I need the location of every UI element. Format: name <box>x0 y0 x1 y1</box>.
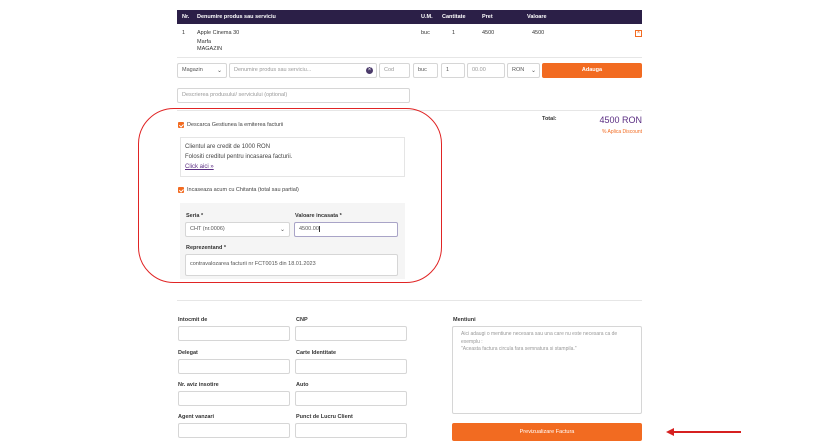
client-workpoint-label: Punct de Lucru Client <box>296 414 353 420</box>
item-type-value: Magazin <box>182 67 203 73</box>
arrow-left-icon <box>666 428 674 436</box>
clear-icon[interactable]: × <box>366 67 373 74</box>
preview-invoice-button[interactable]: Previzualizare Factura <box>452 423 642 441</box>
vehicle-label: Auto <box>296 382 309 388</box>
row-qty: 1 <box>452 30 456 36</box>
total-value: 4500 RON <box>599 115 642 125</box>
client-workpoint-input[interactable] <box>295 423 407 438</box>
apply-discount-link[interactable]: % Aplica Discount <box>570 129 642 135</box>
transport-doc-input[interactable] <box>178 391 290 406</box>
currency-value: RON <box>512 67 525 73</box>
row-product-location: MAGAZIN <box>197 46 223 52</box>
table-row: 1 Apple Cinema 30 Marfa MAGAZIN buc 1 45… <box>177 26 642 56</box>
delegate-input[interactable] <box>178 359 290 374</box>
vehicle-input[interactable] <box>295 391 407 406</box>
sales-agent-label: Agent vanzari <box>178 414 215 420</box>
add-item-button[interactable]: Adauga <box>542 63 642 78</box>
code-input[interactable]: Cod <box>379 63 410 78</box>
currency-select[interactable]: RON ⌄ <box>507 63 540 78</box>
delete-row-icon[interactable]: × <box>635 30 642 37</box>
id-card-label: Carte Identitate <box>296 350 337 356</box>
prepared-by-input[interactable] <box>178 326 290 341</box>
row-um: buc <box>421 30 430 36</box>
row-price: 4500 <box>482 30 495 36</box>
col-product: Denumire produs sau serviciu <box>197 14 276 20</box>
id-card-input[interactable] <box>295 359 407 374</box>
quantity-input[interactable]: 1 <box>441 63 465 78</box>
price-input[interactable]: 00.00 <box>467 63 505 78</box>
delegate-label: Delegat <box>178 350 198 356</box>
row-product-name: Apple Cinema 30 <box>197 30 240 36</box>
um-input[interactable]: buc <box>413 63 438 78</box>
total-label: Total: <box>542 116 557 122</box>
annotation-arrow <box>673 431 741 433</box>
notes-label: Mentiuni <box>453 317 476 323</box>
row-nr: 1 <box>182 30 186 36</box>
row-value: 4500 <box>532 30 545 36</box>
cnp-label: CNP <box>296 317 308 323</box>
product-name-placeholder: Denumire produs sau serviciu... <box>234 67 312 73</box>
col-qty: Cantitate <box>442 14 466 20</box>
col-nr: Nr. <box>182 14 190 20</box>
transport-doc-label: Nr. aviz insotire <box>178 382 219 388</box>
chevron-down-icon: ⌄ <box>216 68 222 74</box>
col-um: U.M. <box>421 14 433 20</box>
cnp-input[interactable] <box>295 326 407 341</box>
prepared-by-label: Intocmit de <box>178 317 208 323</box>
divider <box>177 57 642 58</box>
item-type-select[interactable]: Magazin ⌄ <box>177 63 227 78</box>
items-table-header: Nr. Denumire produs sau serviciu U.M. Ca… <box>177 10 642 24</box>
description-input[interactable]: Descrierea produsului/ serviciului (opti… <box>177 88 410 103</box>
annotation-highlight-box <box>138 108 442 283</box>
sales-agent-input[interactable] <box>178 423 290 438</box>
notes-textarea[interactable]: Aici adaugi o mentiune necesara sau una … <box>452 326 642 414</box>
col-price: Pret <box>482 14 493 20</box>
chevron-down-icon: ⌄ <box>530 68 536 74</box>
divider <box>177 300 642 301</box>
product-name-input[interactable]: Denumire produs sau serviciu... × <box>229 63 377 78</box>
row-product-type: Marfa <box>197 39 212 45</box>
col-value: Valoare <box>527 14 547 20</box>
